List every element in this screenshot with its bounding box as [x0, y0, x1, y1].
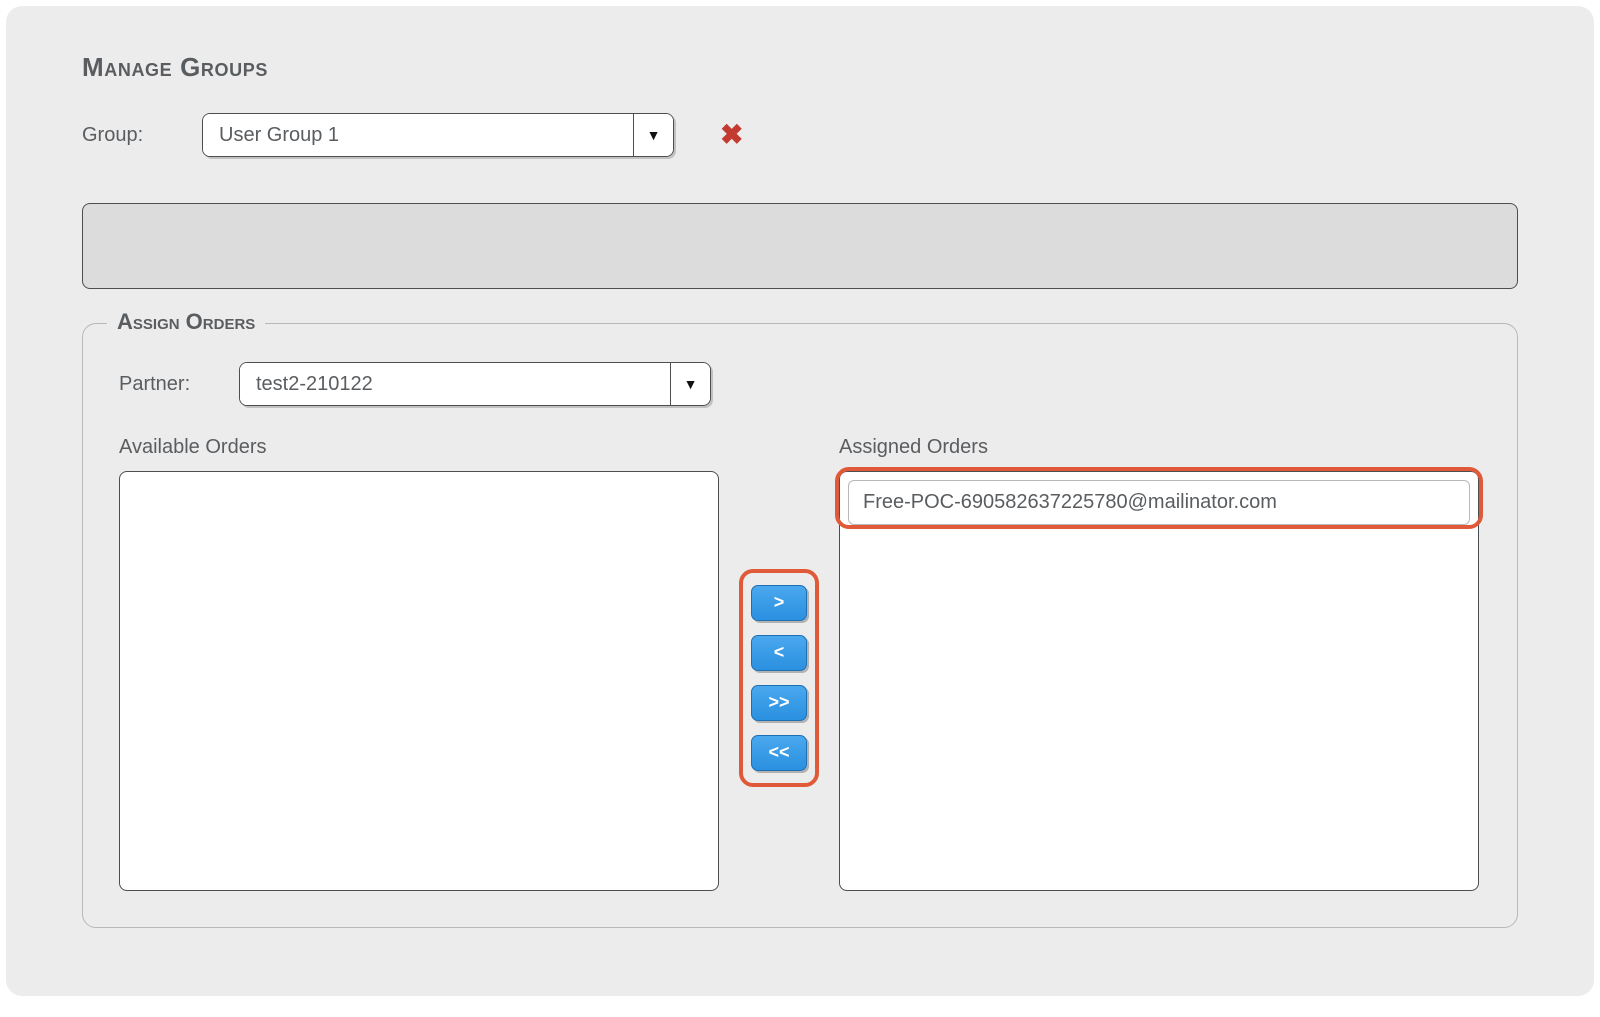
group-row: Group: User Group 1 ▼ ✖: [82, 113, 1518, 157]
page-title: Manage Groups: [82, 52, 1518, 83]
chevron-down-icon[interactable]: ▼: [633, 114, 673, 156]
transfer-buttons-column: > < >> <<: [719, 436, 839, 891]
move-all-right-button[interactable]: >>: [751, 685, 807, 721]
partner-label: Partner:: [119, 373, 209, 396]
assign-orders-fieldset: Assign Orders Partner: test2-210122 ▼ Av…: [82, 323, 1518, 928]
partner-select-value: test2-210122: [240, 363, 670, 405]
chevron-down-icon[interactable]: ▼: [670, 363, 710, 405]
move-right-button[interactable]: >: [751, 585, 807, 621]
available-orders-listbox[interactable]: [119, 471, 719, 891]
move-left-button[interactable]: <: [751, 635, 807, 671]
partner-row: Partner: test2-210122 ▼: [111, 362, 1489, 406]
group-label: Group:: [82, 124, 172, 147]
info-bar: [82, 203, 1518, 289]
manage-groups-panel: Manage Groups Group: User Group 1 ▼ ✖ As…: [6, 6, 1594, 996]
list-item[interactable]: Free-POC-690582637225780@mailinator.com: [848, 480, 1470, 525]
delete-group-icon[interactable]: ✖: [720, 121, 743, 149]
assigned-orders-listbox[interactable]: Free-POC-690582637225780@mailinator.com: [839, 471, 1479, 891]
transfer-container: Available Orders > < >> << Assigned Orde…: [111, 436, 1489, 891]
transfer-buttons-callout: > < >> <<: [739, 569, 819, 787]
move-all-left-button[interactable]: <<: [751, 735, 807, 771]
assigned-orders-title: Assigned Orders: [839, 436, 1479, 459]
group-select-value: User Group 1: [203, 114, 633, 156]
group-select[interactable]: User Group 1 ▼: [202, 113, 674, 157]
assigned-orders-column: Assigned Orders Free-POC-690582637225780…: [839, 436, 1479, 891]
available-orders-column: Available Orders: [119, 436, 719, 891]
assign-orders-legend: Assign Orders: [107, 309, 265, 335]
available-orders-title: Available Orders: [119, 436, 719, 459]
partner-select[interactable]: test2-210122 ▼: [239, 362, 711, 406]
